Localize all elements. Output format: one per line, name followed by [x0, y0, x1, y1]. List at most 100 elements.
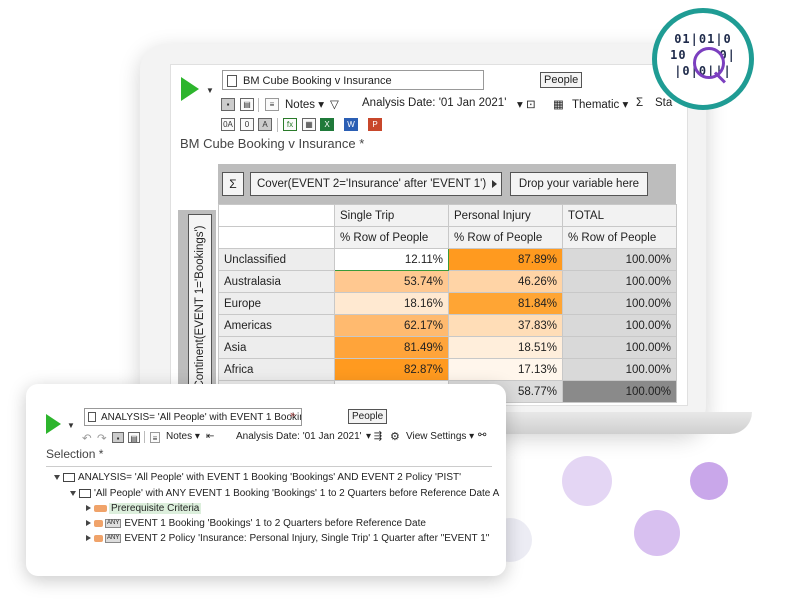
notes-menu[interactable]: Notes ▾ [166, 431, 200, 442]
stats-menu[interactable]: Sta [655, 97, 672, 109]
row-label[interactable]: Europe [218, 292, 335, 315]
sigma-button[interactable]: Σ [222, 172, 244, 196]
event-tag-icon [94, 534, 103, 542]
thematic-menu[interactable]: Thematic ▾ [572, 97, 628, 111]
sigma-stats-icon[interactable]: Σ [636, 97, 643, 109]
row-label[interactable]: Africa [218, 358, 335, 381]
save-icon[interactable]: ▤ [240, 98, 254, 111]
selection-title-text: ANALYSIS= 'All People' with EVENT 1 Book… [101, 412, 302, 423]
tree-event1[interactable]: ANY EVENT 1 Booking 'Bookings' 1 to 2 Qua… [86, 517, 426, 531]
measure-header: % Row of People [562, 226, 677, 249]
cube-title-field[interactable]: BM Cube Booking v Insurance [222, 70, 484, 90]
table-cell[interactable]: 53.74% [334, 270, 449, 293]
table-cell[interactable]: 100.00% [562, 336, 677, 359]
people-tag[interactable]: People [348, 409, 388, 424]
grid-icon[interactable]: ▦ [553, 97, 564, 111]
save-icon[interactable]: ▤ [128, 432, 140, 443]
tree-prereq[interactable]: Prerequisite Criteria [86, 502, 202, 516]
table-cell[interactable]: 37.83% [448, 314, 563, 337]
binary-search-logo-icon: 01|01|0 10 0| |0|0||| [652, 8, 754, 110]
cover-variable-box[interactable]: Cover(EVENT 2='Insurance' after 'EVENT 1… [250, 172, 502, 196]
table-cell[interactable]: 46.26% [448, 270, 563, 293]
row-label[interactable]: Americas [218, 314, 335, 337]
table-cell[interactable]: 100.00% [562, 248, 677, 271]
tool-pin-icon[interactable]: ▪ [112, 432, 124, 443]
collapse-icon[interactable] [70, 490, 76, 496]
table-cell[interactable]: 100.00% [562, 380, 677, 403]
table-cell[interactable]: 87.89% [448, 248, 563, 271]
date-dropdown-icon[interactable]: ▾ ⊡ [517, 97, 536, 111]
drop-variable-box[interactable]: Drop your variable here [510, 172, 648, 196]
tree-child[interactable]: 'All People' with ANY EVENT 1 Booking 'B… [70, 487, 499, 501]
expand-right-icon[interactable] [492, 180, 497, 188]
analysis-date-label[interactable]: Analysis Date: '01 Jan 2021' [362, 97, 506, 109]
selection-divider [46, 466, 492, 467]
event-tag-icon [94, 519, 103, 527]
toolbar-divider [144, 431, 145, 443]
expand-icon[interactable] [86, 505, 91, 512]
table-cell[interactable]: 12.11% [334, 248, 449, 271]
view-settings-menu[interactable]: View Settings ▾ [406, 431, 474, 442]
selection-title-field[interactable]: ANALYSIS= 'All People' with EVENT 1 Book… [84, 408, 302, 426]
table-icon[interactable]: ▦ [302, 118, 316, 131]
chevron-down-icon[interactable]: ▼ [67, 421, 75, 430]
table-cell[interactable]: 18.51% [448, 336, 563, 359]
row-label[interactable]: Asia [218, 336, 335, 359]
table-row[interactable]: Americas 62.17% 37.83% 100.00% [218, 314, 677, 337]
formula-icon[interactable]: fx [283, 118, 297, 131]
powerpoint-icon[interactable]: P [368, 118, 382, 131]
zero-icon[interactable]: 0 [240, 118, 254, 131]
decor-circle [562, 456, 612, 506]
row-variable-box[interactable]: Continent(EVENT 1='Bookings') [188, 214, 212, 400]
run-play-icon[interactable] [46, 414, 61, 434]
zero-a-icon[interactable]: 0A [221, 118, 235, 131]
tree-event2[interactable]: ANY EVENT 2 Policy 'Insurance: Personal I… [86, 532, 489, 546]
pin-icon[interactable]: ⇤ [206, 431, 214, 442]
gear-icon[interactable]: ⚙ [390, 430, 400, 443]
tool-pin-icon[interactable]: ▪ [221, 98, 235, 111]
table-cell[interactable]: 82.87% [334, 358, 449, 381]
expand-icon[interactable] [86, 535, 91, 542]
decor-circle [634, 510, 680, 556]
table-cell[interactable]: 100.00% [562, 358, 677, 381]
excel-icon[interactable]: X [320, 118, 334, 131]
table-cell[interactable]: 62.17% [334, 314, 449, 337]
a-box-icon[interactable]: A [258, 118, 272, 131]
table-cell[interactable]: 81.49% [334, 336, 449, 359]
undo-icon[interactable]: ↶ [82, 431, 92, 445]
table-cell[interactable]: 81.84% [448, 292, 563, 315]
expand-icon[interactable] [86, 520, 91, 527]
table-row[interactable]: Unclassified 12.11% 87.89% 100.00% [218, 248, 677, 271]
expand-double-icon[interactable]: » [290, 409, 295, 419]
table-row[interactable]: Europe 18.16% 81.84% 100.00% [218, 292, 677, 315]
table-row[interactable]: Africa 82.87% 17.13% 100.00% [218, 358, 677, 381]
filter-icon[interactable]: ▽ [330, 97, 339, 111]
row-label[interactable]: Australasia [218, 270, 335, 293]
toolbar-divider [258, 98, 259, 112]
table-cell[interactable]: 17.13% [448, 358, 563, 381]
table-cell[interactable]: 18.16% [334, 292, 449, 315]
table-measure-row: % Row of People % Row of People % Row of… [218, 226, 677, 249]
run-play-icon[interactable] [181, 77, 199, 101]
column-header[interactable]: Single Trip [334, 204, 449, 227]
table-row[interactable]: Asia 81.49% 18.51% 100.00% [218, 336, 677, 359]
column-header[interactable]: Personal Injury [448, 204, 563, 227]
people-tag[interactable]: People [540, 72, 583, 88]
notes-doc-icon: ≡ [265, 98, 279, 111]
chevron-down-icon[interactable]: ▼ [206, 86, 214, 95]
analysis-date-label[interactable]: Analysis Date: '01 Jan 2021' [236, 431, 362, 442]
table-row[interactable]: Australasia 53.74% 46.26% 100.00% [218, 270, 677, 293]
table-cell[interactable]: 100.00% [562, 314, 677, 337]
date-dropdown-icon[interactable]: ▾ ⇶ [366, 431, 382, 442]
collapse-icon[interactable] [54, 474, 60, 480]
word-icon[interactable]: W [344, 118, 358, 131]
table-cell[interactable]: 100.00% [562, 292, 677, 315]
link-icon[interactable]: ⚯ [478, 430, 486, 441]
notes-menu[interactable]: Notes ▾ [285, 97, 324, 111]
table-cell[interactable]: 100.00% [562, 270, 677, 293]
row-label[interactable]: Unclassified [218, 248, 335, 271]
column-header[interactable]: TOTAL [562, 204, 677, 227]
redo-icon[interactable]: ↷ [97, 431, 107, 445]
notes-doc-icon: ≡ [150, 432, 160, 443]
tree-root[interactable]: ANALYSIS= 'All People' with EVENT 1 Book… [54, 471, 461, 485]
